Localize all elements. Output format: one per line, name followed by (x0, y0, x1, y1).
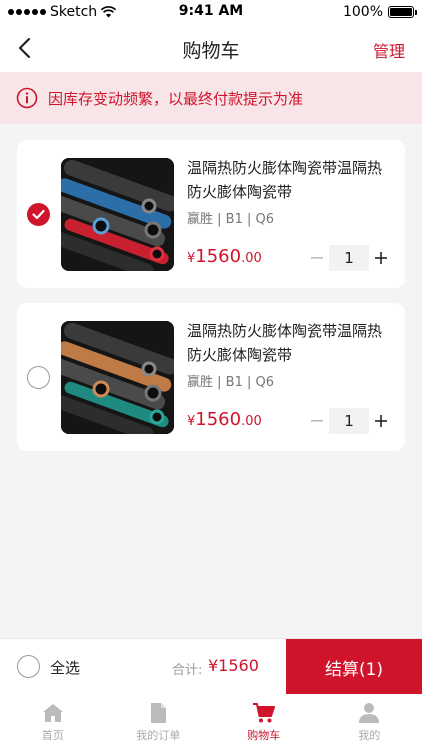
increase-button[interactable] (369, 408, 393, 434)
nav-bar: 购物车 管理 (0, 24, 422, 72)
quantity-value[interactable]: 1 (329, 408, 369, 434)
tab-label: 我的订单 (136, 729, 181, 742)
tab-label: 首页 (41, 729, 64, 742)
manage-button[interactable]: 管理 (373, 38, 405, 62)
page-title: 购物车 (182, 40, 240, 62)
total-value: ¥1560 (208, 656, 259, 675)
item-checkbox[interactable] (27, 366, 50, 389)
product-title[interactable]: 温隔热防火膨体陶瓷带温隔热防火膨体陶瓷带 (187, 319, 395, 367)
minus-icon (311, 420, 323, 422)
product-price: ¥1560.00 (187, 246, 262, 267)
plus-icon (375, 415, 387, 427)
decrease-button[interactable] (305, 245, 329, 271)
quantity-stepper: 1 (305, 408, 393, 434)
checkmark-icon (32, 209, 45, 220)
tab-cart[interactable]: 购物车 (211, 694, 317, 750)
plus-icon (375, 252, 387, 264)
minus-icon (311, 257, 323, 259)
battery-percent: 100% (342, 4, 383, 20)
total-label: 合计: (172, 663, 203, 678)
battery-icon (388, 6, 417, 18)
cart-icon (252, 703, 275, 723)
tab-label: 购物车 (247, 729, 281, 742)
price-decimal: .00 (241, 251, 262, 266)
cart-item: 温隔热防火膨体陶瓷带温隔热防火膨体陶瓷带 赢胜 | B1 | Q6 ¥1560.… (17, 303, 405, 451)
person-icon (359, 703, 380, 723)
product-title[interactable]: 温隔热防火膨体陶瓷带温隔热防火膨体陶瓷带 (187, 156, 395, 204)
quantity-stepper: 1 (305, 245, 393, 271)
product-spec: 赢胜 | B1 | Q6 (187, 375, 274, 390)
price-decimal: .00 (241, 414, 262, 429)
tab-home[interactable]: 首页 (0, 694, 106, 750)
price-integer: 1560 (195, 409, 242, 430)
product-image[interactable] (61, 158, 174, 271)
tab-orders[interactable]: 我的订单 (106, 694, 212, 750)
home-icon (42, 704, 63, 722)
select-all-label[interactable]: 全选 (50, 657, 80, 678)
item-checkbox[interactable] (27, 203, 50, 226)
price-integer: 1560 (195, 246, 242, 267)
product-price: ¥1560.00 (187, 409, 262, 430)
notice-banner: 因库存变动频繁，以最终付款提示为准 (0, 72, 422, 124)
status-bar: Sketch 9:41 AM 100% (0, 0, 422, 24)
select-all-checkbox[interactable] (17, 655, 40, 678)
product-spec: 赢胜 | B1 | Q6 (187, 212, 274, 227)
battery-info: 100% (342, 4, 417, 20)
notice-text: 因库存变动频繁，以最终付款提示为准 (48, 89, 304, 108)
cart-item: 温隔热防火膨体陶瓷带温隔热防火膨体陶瓷带 赢胜 | B1 | Q6 ¥1560.… (17, 140, 405, 288)
decrease-button[interactable] (305, 408, 329, 434)
increase-button[interactable] (369, 245, 393, 271)
quantity-value[interactable]: 1 (329, 245, 369, 271)
checkout-bar: 全选 合计: ¥1560 结算(1) (0, 638, 422, 695)
tab-profile[interactable]: 我的 (317, 694, 422, 750)
checkout-button[interactable]: 结算(1) (286, 639, 422, 695)
tab-label: 我的 (358, 729, 381, 742)
info-icon (16, 87, 38, 109)
document-icon (151, 703, 167, 723)
tab-bar: 首页 我的订单 购物车 我的 (0, 694, 422, 750)
product-image[interactable] (61, 321, 174, 434)
